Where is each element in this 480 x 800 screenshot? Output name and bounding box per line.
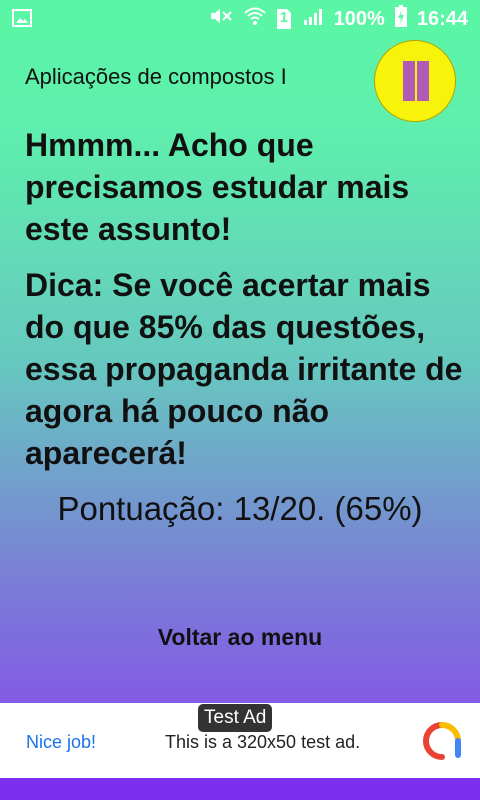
bottom-strip <box>0 778 480 800</box>
battery-icon <box>394 5 407 33</box>
sim-icon: 1 <box>276 8 292 30</box>
signal-icon <box>302 6 324 32</box>
status-icons: 1 100% 16:44 <box>208 0 468 38</box>
mute-icon <box>208 6 234 32</box>
app-screen: 1 100% 16:44 Aplicações de compostos I H… <box>0 0 480 800</box>
ad-body-text: This is a 320x50 test ad. <box>165 732 361 752</box>
pause-bar-left <box>403 61 415 101</box>
sim-slot-number: 1 <box>279 9 289 26</box>
image-icon <box>12 9 32 27</box>
result-message: Hmmm... Acho que precisamos estudar mais… <box>25 127 410 247</box>
test-ad-tag: Test Ad <box>198 704 273 732</box>
ad-logo-icon <box>422 721 462 761</box>
clock: 16:44 <box>416 7 468 30</box>
status-bar: 1 100% 16:44 <box>0 0 480 38</box>
pause-bar-right <box>417 61 429 101</box>
battery-percent: 100% <box>333 7 385 30</box>
wifi-icon <box>244 6 266 32</box>
back-to-menu-button[interactable]: Voltar ao menu <box>130 612 350 662</box>
topic-title: Aplicações de compostos I <box>25 64 287 89</box>
pause-button[interactable] <box>374 40 456 122</box>
score-text: Pontuação: 13/20. (65%) <box>57 490 423 527</box>
tip-message: Dica: Se você acertar mais do que 85% da… <box>25 267 463 471</box>
ad-link-text[interactable]: Nice job! <box>26 732 96 753</box>
